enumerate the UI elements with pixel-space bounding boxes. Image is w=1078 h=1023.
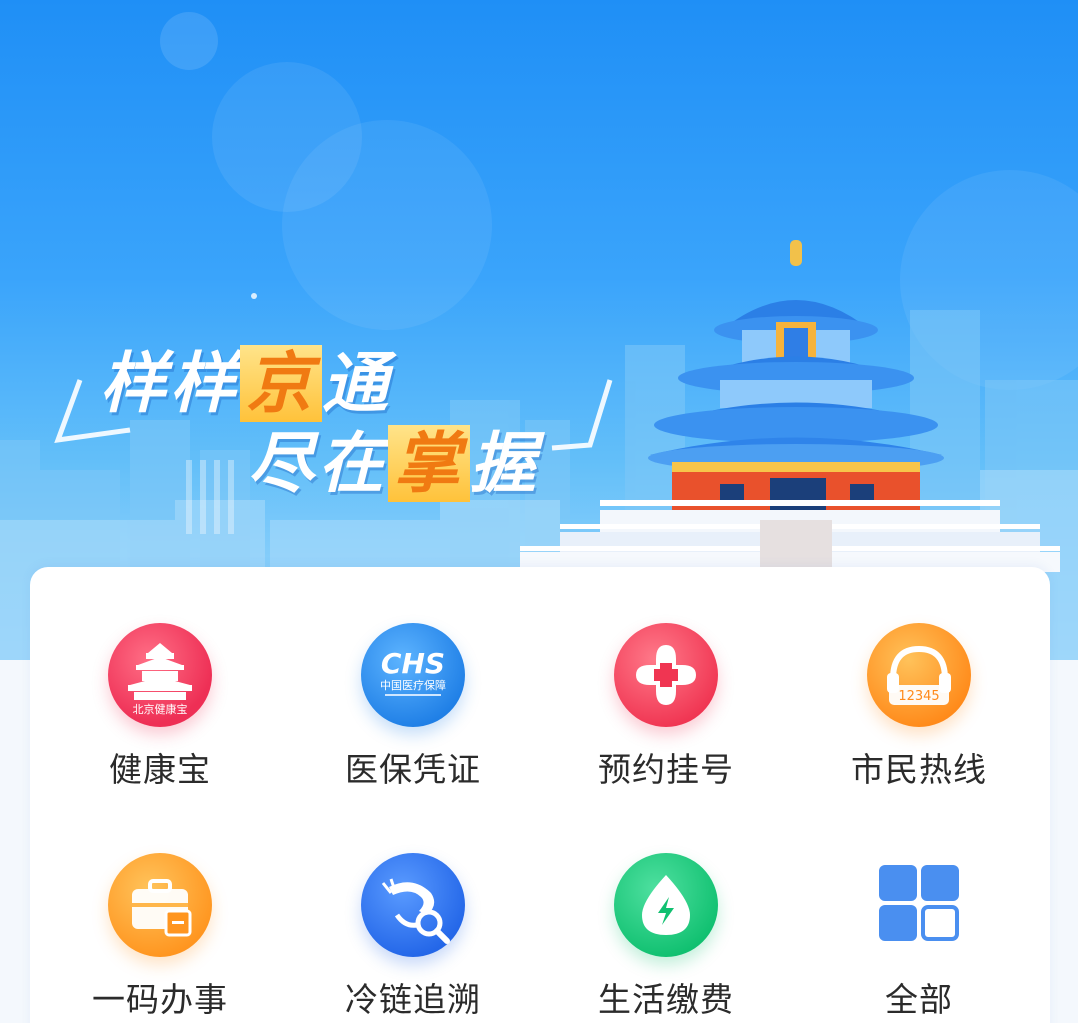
medical-cross-icon <box>614 623 718 727</box>
service-label: 一码办事 <box>92 980 228 1019</box>
grid-all-icon <box>867 853 971 957</box>
shrimp-search-icon <box>361 853 465 957</box>
service-label: 医保凭证 <box>345 750 481 789</box>
hero-banner[interactable]: 样样京通 尽在掌握 <box>0 0 1078 660</box>
chs-medical-insurance-icon: CHS 中国医疗保障 <box>361 623 465 727</box>
service-label: 健康宝 <box>109 750 211 789</box>
service-label: 生活缴费 <box>598 980 734 1019</box>
slogan-line-2: 尽在掌握 <box>248 425 540 502</box>
svg-text:12345: 12345 <box>898 689 939 704</box>
service-label: 全部 <box>885 980 953 1019</box>
service-utility-payment[interactable]: 生活缴费 <box>546 853 786 1023</box>
service-hotline[interactable]: 12345 市民热线 <box>799 623 1039 823</box>
service-label: 冷链追溯 <box>345 980 481 1019</box>
service-health-kit[interactable]: 北京健康宝 健康宝 <box>40 623 280 823</box>
service-medical-insurance[interactable]: CHS 中国医疗保障 医保凭证 <box>293 623 533 823</box>
service-label: 预约挂号 <box>598 750 734 789</box>
beijing-health-kit-icon: 北京健康宝 <box>108 623 212 727</box>
service-cold-chain[interactable]: 冷链追溯 <box>293 853 533 1023</box>
service-one-code[interactable]: 一码办事 <box>40 853 280 1023</box>
svg-text:北京健康宝: 北京健康宝 <box>133 702 188 716</box>
water-drop-lightning-icon <box>614 853 718 957</box>
services-card: 北京健康宝 健康宝 CHS 中国医疗保障 医保凭证 预约挂号 12345 市民热… <box>30 567 1050 1023</box>
app-home: 样样京通 尽在掌握 北京健康宝 健康宝 CHS 中国医疗保障 医保凭证 预约挂号… <box>0 0 1078 1023</box>
service-all[interactable]: 全部 <box>799 853 1039 1023</box>
briefcase-scan-icon <box>108 853 212 957</box>
svg-text:中国医疗保障: 中国医疗保障 <box>380 678 446 692</box>
service-label: 市民热线 <box>851 750 987 789</box>
svg-text:CHS: CHS <box>381 647 445 680</box>
banner-slogan: 样样京通 尽在掌握 <box>60 320 640 502</box>
service-appointment[interactable]: 预约挂号 <box>546 623 786 823</box>
hotline-headset-icon: 12345 <box>867 623 971 727</box>
